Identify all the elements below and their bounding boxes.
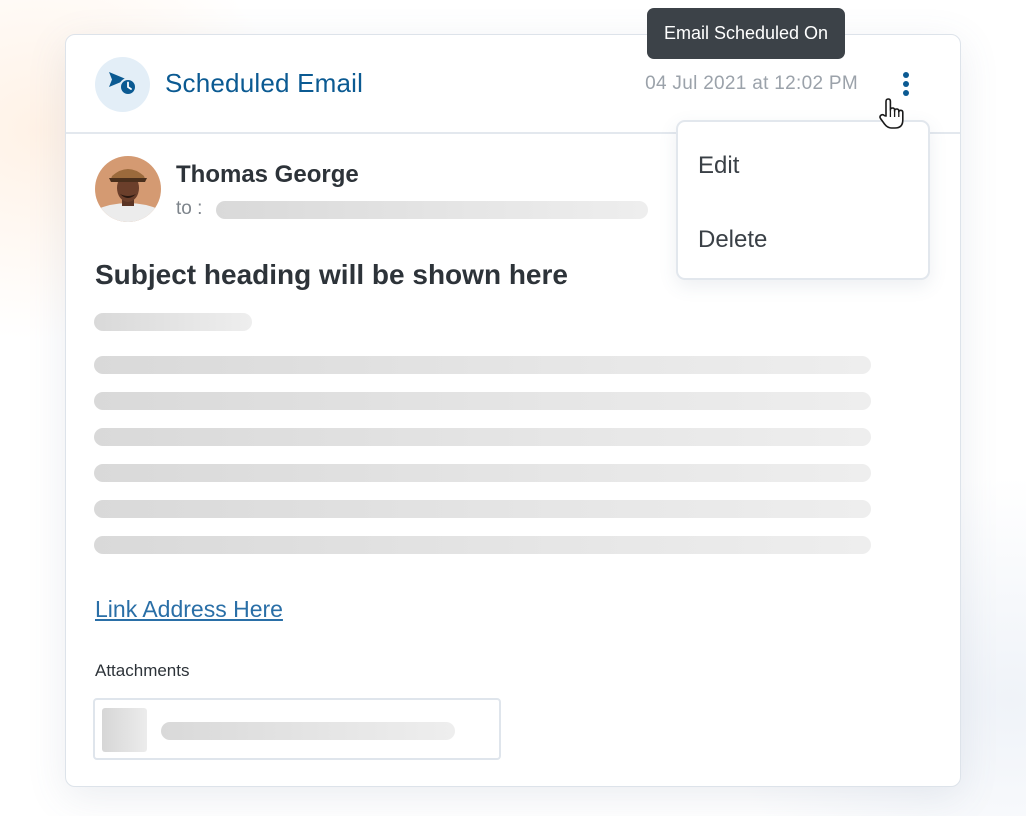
text-placeholder-line [94,356,871,374]
menu-item-edit[interactable]: Edit [698,152,739,180]
text-placeholder-line [94,464,871,482]
attachment-item[interactable] [93,698,501,760]
sender-name: Thomas George [176,161,359,188]
scheduled-send-icon [95,57,150,112]
scheduled-tooltip: Email Scheduled On [647,8,845,59]
text-placeholder-line [94,392,871,410]
text-placeholder-line [94,428,871,446]
text-placeholder-line [94,536,871,554]
attachment-name-placeholder [161,722,455,740]
menu-item-delete[interactable]: Delete [698,226,767,254]
attachments-label: Attachments [95,661,190,680]
kebab-menu-icon[interactable] [899,70,913,100]
hand-cursor-icon [877,97,909,136]
options-menu: Edit Delete [676,120,930,280]
email-subject: Subject heading will be shown here [95,259,568,290]
text-placeholder-short [94,313,252,331]
card-title: Scheduled Email [165,68,364,98]
to-label: to : [176,198,203,219]
recipient-placeholder [216,201,648,219]
avatar [95,156,161,222]
attachment-thumbnail [102,708,147,752]
email-link[interactable]: Link Address Here [95,596,283,623]
text-placeholder-line [94,500,871,518]
scheduled-date: 04 Jul 2021 at 12:02 PM [645,73,858,94]
